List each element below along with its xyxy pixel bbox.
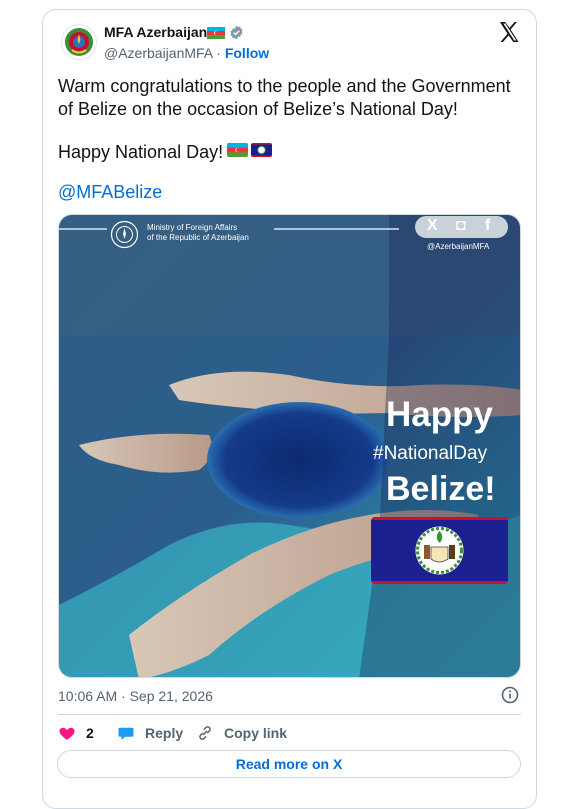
verified-badge-icon	[230, 25, 243, 40]
belize-flag-icon	[371, 517, 508, 584]
reply-button[interactable]: Reply	[117, 724, 183, 742]
reply-label: Reply	[145, 725, 184, 741]
tweet-greeting: Happy National Day!	[58, 142, 224, 162]
media-happy-text: Happy	[386, 395, 493, 434]
facebook-icon: f	[485, 217, 491, 234]
social-icons-pill: X ◘ f	[415, 216, 508, 238]
media-country-text: Belize!	[386, 470, 496, 508]
like-button[interactable]: 2	[58, 724, 94, 742]
info-icon[interactable]	[501, 686, 519, 704]
author-name[interactable]: MFA Azerbaijan	[104, 24, 207, 40]
instagram-icon: ◘	[456, 217, 466, 234]
ministry-line-2: of the Republic of Azerbaijan	[147, 233, 249, 242]
like-count: 2	[86, 725, 94, 741]
ministry-line-1: Ministry of Foreign Affairs	[147, 223, 238, 232]
read-more-button[interactable]: Read more on X	[57, 750, 521, 778]
author-handle[interactable]: @AzerbaijanMFA	[104, 45, 212, 61]
x-logo-icon[interactable]	[497, 20, 521, 44]
follow-link[interactable]: Follow	[225, 45, 269, 61]
media-hashtag: #NationalDay	[373, 443, 488, 464]
azerbaijan-flag-icon	[227, 143, 248, 157]
link-icon	[199, 726, 211, 740]
avatar[interactable]	[61, 24, 97, 60]
handle-separator: ·	[212, 45, 225, 61]
tweet-media-image[interactable]: Ministry of Foreign Affairs of the Repub…	[58, 214, 521, 678]
copy-link-label: Copy link	[224, 725, 288, 741]
speech-bubble-icon	[118, 727, 134, 740]
mention-link[interactable]: @MFABelize	[58, 182, 162, 203]
x-social-icon: X	[427, 217, 438, 234]
azerbaijan-emblem-icon	[65, 28, 93, 56]
azerbaijan-flag-icon	[207, 27, 225, 39]
ministry-caption: Ministry of Foreign Affairs of the Repub…	[147, 223, 249, 243]
tweet-timestamp[interactable]: 10:06 AM · Sep 21, 2026	[58, 688, 213, 704]
copy-link-button[interactable]: Copy link	[196, 724, 287, 742]
ministry-emblem-icon	[110, 220, 139, 249]
author-handle-line: @AzerbaijanMFA · Follow	[104, 45, 269, 61]
divider	[58, 714, 521, 715]
tweet-text: Warm congratulations to the people and t…	[58, 76, 511, 119]
heart-icon	[59, 727, 75, 740]
media-handle: @AzerbaijanMFA	[427, 242, 490, 251]
inline-flags	[227, 143, 272, 157]
belize-flag-icon	[251, 143, 272, 157]
